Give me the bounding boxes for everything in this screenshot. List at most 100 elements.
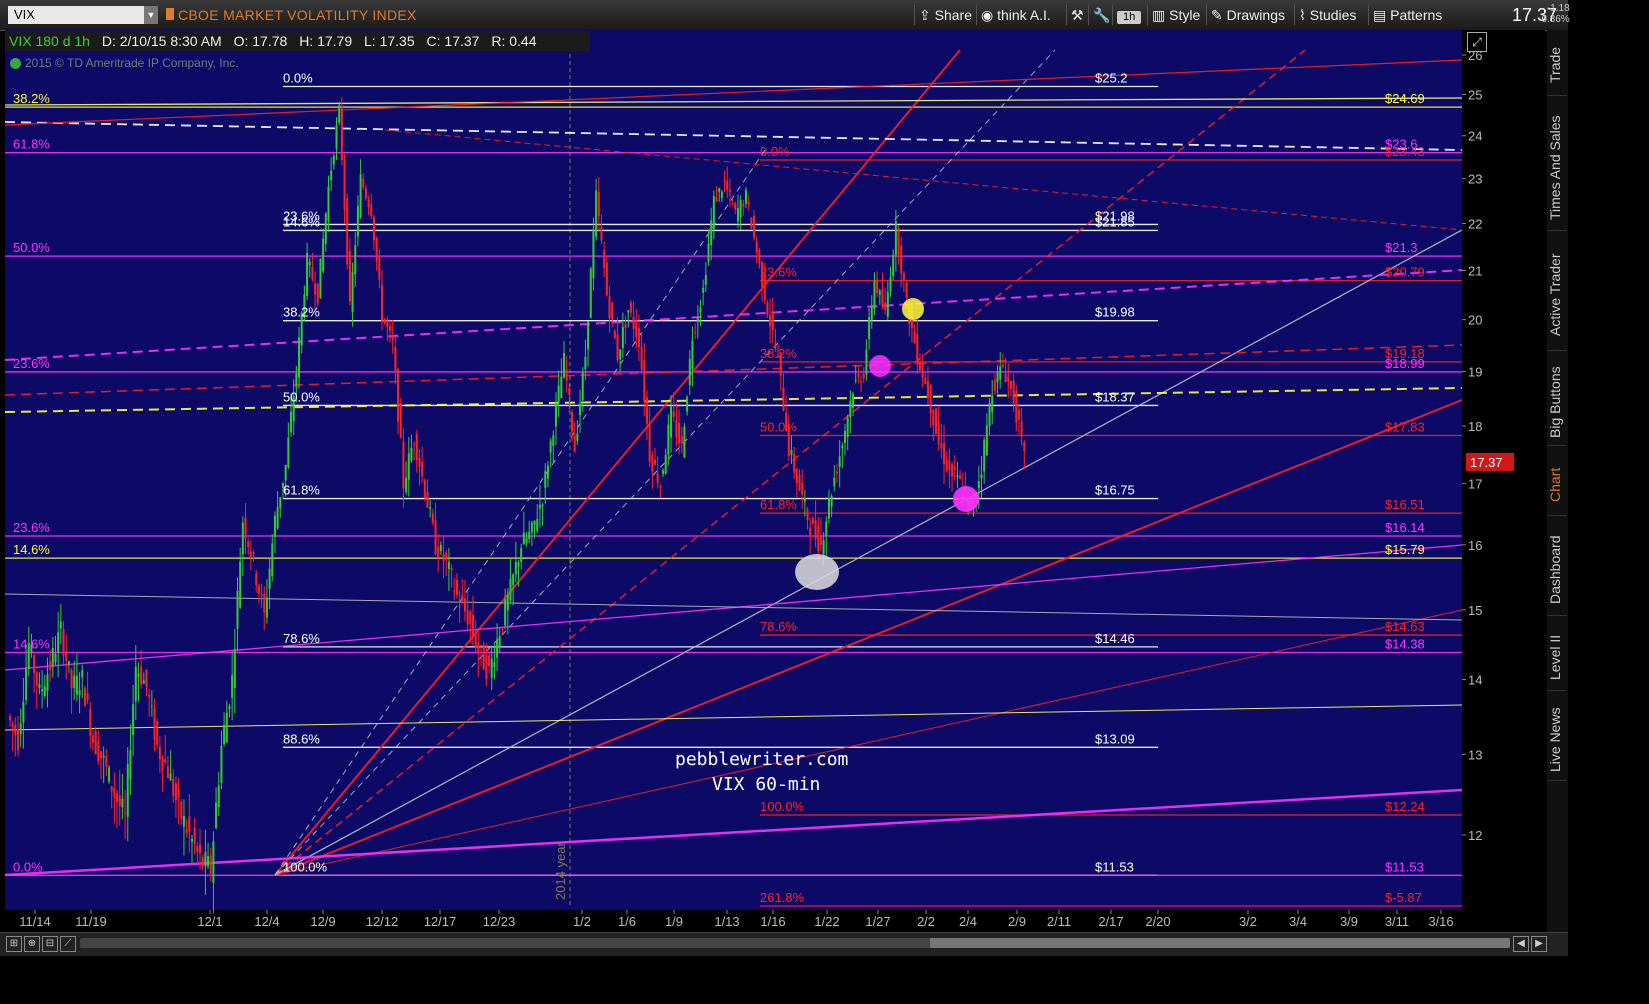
sidebar-tab-times-and-sales[interactable]: Times And Sales xyxy=(1547,105,1567,231)
candle-body xyxy=(137,673,140,677)
candle-body xyxy=(876,279,879,293)
candle-body xyxy=(621,326,624,349)
candle-body xyxy=(110,786,113,792)
candle-body xyxy=(372,216,375,241)
candle-body xyxy=(182,815,185,827)
style-button[interactable]: ▥ Style xyxy=(1147,5,1200,25)
wrench-button[interactable]: 🔧 xyxy=(1088,5,1110,25)
candle-body xyxy=(825,521,828,536)
sidebar-tab-level-ii[interactable]: Level II xyxy=(1547,625,1567,691)
candle-body xyxy=(897,227,900,255)
candle-body xyxy=(367,199,370,208)
sidebar-tab-trade[interactable]: Trade xyxy=(1547,35,1567,96)
candle-body xyxy=(514,562,517,575)
candle-body xyxy=(225,712,228,743)
share-button[interactable]: ⇪ Share xyxy=(914,5,972,25)
candle-body xyxy=(830,496,833,507)
chevron-down-icon[interactable]: ▼ xyxy=(144,6,158,24)
candle-body xyxy=(343,158,346,210)
candle-body xyxy=(255,573,258,585)
candle-body xyxy=(926,380,929,398)
candle-body xyxy=(833,477,836,487)
patterns-button[interactable]: ▤ Patterns xyxy=(1368,5,1442,25)
candle-body xyxy=(450,567,453,571)
candle-body xyxy=(766,302,769,315)
candle-body xyxy=(782,388,785,411)
studies-label: Studies xyxy=(1309,7,1357,23)
status-icon xyxy=(10,58,21,70)
candle-body xyxy=(739,200,742,218)
sidebar-tab-live-news[interactable]: Live News xyxy=(1547,700,1567,781)
candle-body xyxy=(62,628,65,656)
candle-body xyxy=(811,518,814,525)
candle-body xyxy=(164,759,167,763)
candle-body xyxy=(126,764,129,818)
time-scrollbar[interactable] xyxy=(80,938,1510,948)
level-price-label: $13.09 xyxy=(1095,731,1135,746)
candle-body xyxy=(51,648,54,667)
fib-label: 78.6% xyxy=(283,631,320,646)
candle-body xyxy=(704,275,707,285)
candle-body xyxy=(546,465,549,479)
fib-label: 261.8% xyxy=(760,890,805,905)
candle-body xyxy=(702,287,705,293)
candle-body xyxy=(356,205,359,237)
fib-label: 14.6% xyxy=(13,636,50,651)
annotation-title: VIX 60-min xyxy=(712,774,820,795)
candle-body xyxy=(854,379,857,381)
think-ai-button[interactable]: ◉ think A.I. xyxy=(976,5,1051,25)
candle-body xyxy=(611,302,614,320)
scroll-right-icon[interactable]: ▶ xyxy=(1531,936,1547,952)
sidebar-tab-chart[interactable]: Chart xyxy=(1547,455,1567,516)
candle-body xyxy=(587,321,590,350)
fib-label: 38.2% xyxy=(283,305,320,320)
symbol-input[interactable]: VIX ▼ xyxy=(8,6,158,24)
candle-body xyxy=(881,289,884,307)
candle-body xyxy=(129,750,132,780)
candle-body xyxy=(902,273,905,282)
fib-label: 0.0% xyxy=(760,144,790,159)
candle-body xyxy=(624,324,627,328)
candle-body xyxy=(378,255,381,280)
candle-body xyxy=(204,852,207,867)
candle-body xyxy=(1004,373,1007,383)
candle-body xyxy=(696,317,699,323)
candle-body xyxy=(172,778,175,797)
candle-body xyxy=(482,644,485,670)
candle-body xyxy=(929,384,932,414)
zoom-icon[interactable]: ⊕ xyxy=(24,936,40,952)
candle-body xyxy=(330,170,333,181)
y-tick-label: 24 xyxy=(1468,129,1482,144)
chart-tools-button[interactable]: ⚒ xyxy=(1066,5,1084,25)
x-tick-label: 11/19 xyxy=(75,914,107,929)
y-tick-label: 16 xyxy=(1468,538,1482,553)
candle-body xyxy=(362,179,365,188)
bar-date: D: 2/10/15 8:30 AM xyxy=(101,33,222,49)
candle-body xyxy=(161,756,164,772)
candle-body xyxy=(463,598,466,612)
sidebar-tab-active-trader[interactable]: Active Trader xyxy=(1547,240,1567,351)
scroll-thumb[interactable] xyxy=(930,938,1510,948)
chart-settings-icon[interactable]: ⤢ xyxy=(1467,32,1487,52)
studies-button[interactable]: ⌇ Studies xyxy=(1294,5,1356,25)
zoom-in-icon[interactable]: ⊞ xyxy=(6,936,22,952)
candle-body xyxy=(461,595,464,602)
candle-body xyxy=(1009,380,1012,389)
scroll-left-icon[interactable]: ◀ xyxy=(1513,936,1529,952)
pan-icon[interactable]: ⊟ xyxy=(42,936,58,952)
candle-body xyxy=(298,337,301,378)
candle-body xyxy=(75,675,78,695)
sidebar-tab-big-buttons[interactable]: Big Buttons xyxy=(1547,360,1567,446)
sidebar-tab-dashboard[interactable]: Dashboard xyxy=(1547,525,1567,616)
candle-body xyxy=(134,666,137,702)
price-chart[interactable]: 2014 year$25.20.0%$24.6938.2%$23.661.8% $… xyxy=(5,30,1545,932)
drawings-button[interactable]: ✎ Drawings xyxy=(1206,5,1285,25)
candle-body xyxy=(83,687,86,706)
candle-body xyxy=(517,562,520,567)
candle-body xyxy=(619,349,622,360)
candle-body xyxy=(715,197,718,202)
drawing-tool-icon[interactable]: ⟋ xyxy=(60,936,76,952)
candle-body xyxy=(249,551,252,559)
candle-body xyxy=(375,237,378,261)
interval-button[interactable]: 1h xyxy=(1112,5,1142,25)
